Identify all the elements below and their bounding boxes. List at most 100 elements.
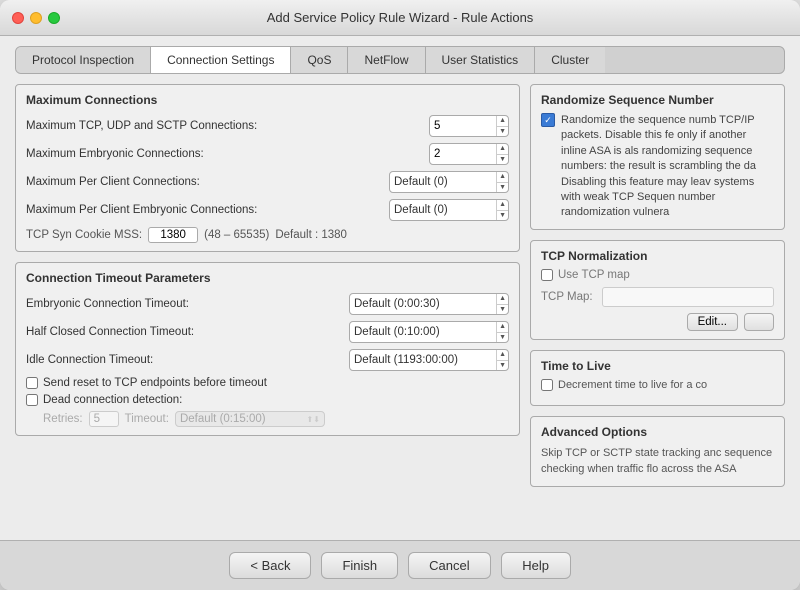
tcp-map-extra-button[interactable] [744, 313, 774, 331]
max-embryonic-input[interactable]: ▲ ▼ [429, 143, 509, 165]
idle-timeout-row: Idle Connection Timeout: Default (1193:0… [26, 349, 509, 371]
ttl-section: Time to Live Decrement time to live for … [530, 350, 785, 406]
back-button[interactable]: < Back [229, 552, 311, 579]
max-embryonic-stepper[interactable]: ▲ ▼ [496, 144, 508, 164]
send-reset-checkbox[interactable] [26, 377, 38, 389]
minimize-button[interactable] [30, 12, 42, 24]
window-title: Add Service Policy Rule Wizard - Rule Ac… [267, 10, 534, 25]
hct-down[interactable]: ▼ [497, 333, 508, 343]
connection-timeout-title: Connection Timeout Parameters [26, 271, 509, 285]
retries-label: Retries: [43, 413, 83, 425]
max-per-client-embryonic-value: Default (0) [390, 204, 496, 216]
timeout-label: Timeout: [125, 413, 169, 425]
embryonic-timeout-select[interactable]: Default (0:00:30) ▲ ▼ [349, 293, 509, 315]
tcp-map-edit-button[interactable]: Edit... [687, 313, 738, 331]
idle-timeout-select[interactable]: Default (1193:00:00) ▲ ▼ [349, 349, 509, 371]
cancel-button[interactable]: Cancel [408, 552, 490, 579]
max-tcp-stepper[interactable]: ▲ ▼ [496, 116, 508, 136]
advanced-options-section: Advanced Options Skip TCP or SCTP state … [530, 416, 785, 487]
tcp-map-buttons: Edit... [541, 313, 774, 331]
max-pce-down[interactable]: ▼ [497, 211, 508, 221]
max-per-client-down[interactable]: ▼ [497, 183, 508, 193]
tab-netflow[interactable]: NetFlow [348, 47, 425, 73]
max-per-client-embryonic-row: Maximum Per Client Embryonic Connections… [26, 199, 509, 221]
finish-button[interactable]: Finish [321, 552, 398, 579]
max-tcp-row: Maximum TCP, UDP and SCTP Connections: ▲… [26, 115, 509, 137]
dead-connection-row: Dead connection detection: [26, 394, 509, 406]
rsn-content: Randomize the sequence numb TCP/IP packe… [541, 113, 774, 221]
half-closed-timeout-select[interactable]: Default (0:10:00) ▲ ▼ [349, 321, 509, 343]
et-down[interactable]: ▼ [497, 305, 508, 315]
max-per-client-arrows[interactable]: ▲ ▼ [496, 172, 508, 192]
title-bar: Add Service Policy Rule Wizard - Rule Ac… [0, 0, 800, 36]
close-button[interactable] [12, 12, 24, 24]
embryonic-timeout-label: Embryonic Connection Timeout: [26, 298, 349, 310]
use-tcp-map-row: Use TCP map [541, 269, 774, 281]
tcp-syn-range: (48 – 65535) [204, 229, 269, 241]
tab-qos[interactable]: QoS [291, 47, 348, 73]
maximize-button[interactable] [48, 12, 60, 24]
max-tcp-value[interactable] [430, 118, 496, 134]
hct-up[interactable]: ▲ [497, 322, 508, 333]
max-connections-section: Maximum Connections Maximum TCP, UDP and… [15, 84, 520, 252]
max-embryonic-value[interactable] [430, 146, 496, 162]
embryonic-timeout-arrows[interactable]: ▲ ▼ [496, 294, 508, 314]
max-tcp-up-arrow[interactable]: ▲ [497, 116, 508, 127]
help-button[interactable]: Help [501, 552, 571, 579]
tcp-syn-label: TCP Syn Cookie MSS: [26, 229, 142, 241]
idle-timeout-label: Idle Connection Timeout: [26, 354, 349, 366]
tcp-map-input[interactable] [602, 287, 774, 307]
max-tcp-input[interactable]: ▲ ▼ [429, 115, 509, 137]
max-pce-up[interactable]: ▲ [497, 200, 508, 211]
tcp-syn-default: Default : 1380 [275, 229, 347, 241]
half-closed-timeout-arrows[interactable]: ▲ ▼ [496, 322, 508, 342]
use-tcp-map-checkbox[interactable] [541, 269, 553, 281]
embryonic-timeout-row: Embryonic Connection Timeout: Default (0… [26, 293, 509, 315]
half-closed-timeout-value: Default (0:10:00) [350, 326, 496, 338]
max-per-client-value: Default (0) [390, 176, 496, 188]
randomize-text: Randomize the sequence numb TCP/IP packe… [561, 113, 774, 221]
max-per-client-row: Maximum Per Client Connections: Default … [26, 171, 509, 193]
retries-value [89, 411, 119, 427]
tab-user-statistics[interactable]: User Statistics [426, 47, 536, 73]
max-per-client-embryonic-arrows[interactable]: ▲ ▼ [496, 200, 508, 220]
tcp-map-label: TCP Map: [541, 291, 596, 303]
max-embryonic-up-arrow[interactable]: ▲ [497, 144, 508, 155]
max-embryonic-label: Maximum Embryonic Connections: [26, 148, 429, 160]
max-tcp-label: Maximum TCP, UDP and SCTP Connections: [26, 120, 429, 132]
max-per-client-select[interactable]: Default (0) ▲ ▼ [389, 171, 509, 193]
randomize-title: Randomize Sequence Number [541, 93, 774, 107]
max-connections-title: Maximum Connections [26, 93, 509, 107]
left-panel: Maximum Connections Maximum TCP, UDP and… [15, 84, 520, 530]
et-up[interactable]: ▲ [497, 294, 508, 305]
ttl-checkbox[interactable] [541, 379, 553, 391]
max-tcp-down-arrow[interactable]: ▼ [497, 127, 508, 137]
tab-connection-settings[interactable]: Connection Settings [151, 47, 291, 73]
max-embryonic-down-arrow[interactable]: ▼ [497, 155, 508, 165]
tab-protocol-inspection[interactable]: Protocol Inspection [16, 47, 151, 73]
send-reset-row: Send reset to TCP endpoints before timeo… [26, 377, 509, 389]
tcp-norm-section: TCP Normalization Use TCP map TCP Map: E… [530, 240, 785, 340]
traffic-lights [12, 12, 60, 24]
it-down[interactable]: ▼ [497, 361, 508, 371]
connection-timeout-section: Connection Timeout Parameters Embryonic … [15, 262, 520, 436]
half-closed-timeout-label: Half Closed Connection Timeout: [26, 326, 349, 338]
idle-timeout-arrows[interactable]: ▲ ▼ [496, 350, 508, 370]
retries-timeout-select: Default (0:15:00) ⬆⬇ [175, 411, 325, 427]
randomize-checkbox[interactable] [541, 113, 555, 127]
dead-connection-checkbox[interactable] [26, 394, 38, 406]
max-per-client-embryonic-label: Maximum Per Client Embryonic Connections… [26, 204, 389, 216]
advanced-options-text: Skip TCP or SCTP state tracking anc sequ… [541, 447, 772, 475]
retries-timeout-value: Default (0:15:00) [180, 413, 266, 425]
randomize-section: Randomize Sequence Number Randomize the … [530, 84, 785, 230]
max-per-client-label: Maximum Per Client Connections: [26, 176, 389, 188]
tab-cluster[interactable]: Cluster [535, 47, 605, 73]
tcp-syn-value[interactable] [148, 227, 198, 243]
tcp-map-row: TCP Map: [541, 287, 774, 307]
ttl-title: Time to Live [541, 359, 774, 373]
use-tcp-map-label: Use TCP map [558, 269, 630, 281]
max-per-client-embryonic-select[interactable]: Default (0) ▲ ▼ [389, 199, 509, 221]
it-up[interactable]: ▲ [497, 350, 508, 361]
main-window: Add Service Policy Rule Wizard - Rule Ac… [0, 0, 800, 590]
max-per-client-up[interactable]: ▲ [497, 172, 508, 183]
